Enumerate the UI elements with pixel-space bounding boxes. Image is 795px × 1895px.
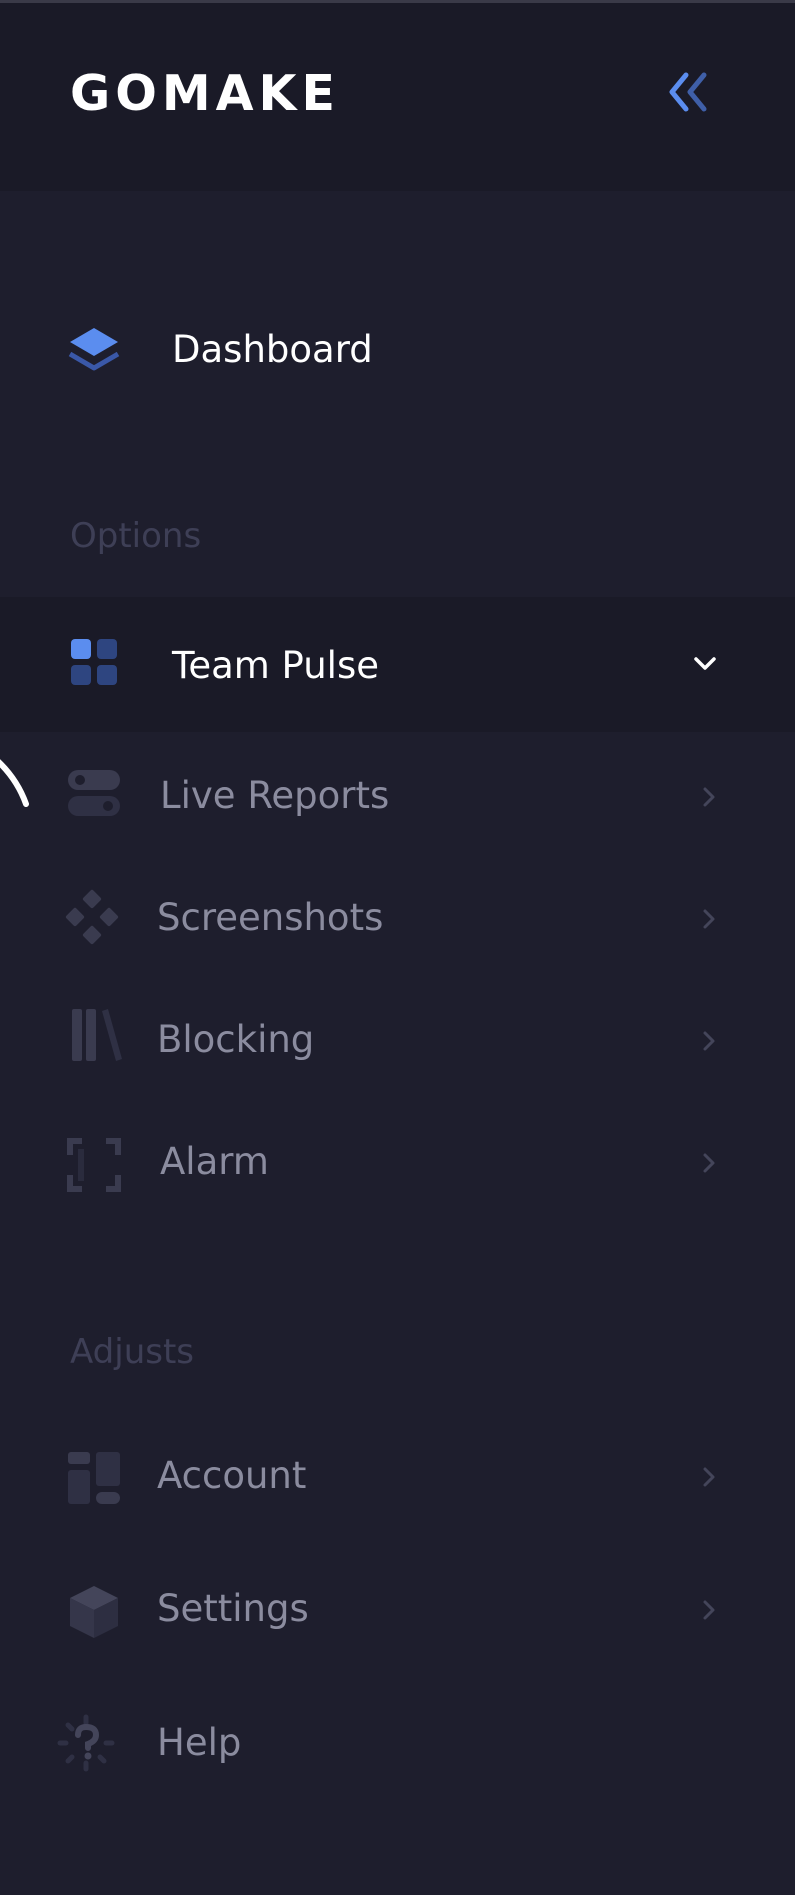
chevron-right-icon[interactable]: [694, 1462, 724, 1492]
sidebar-item-label: Screenshots: [157, 896, 384, 939]
section-title-adjusts: Adjusts: [70, 1332, 194, 1372]
sidebar: GOMAKE Dashboard Options Team Pulse Live…: [0, 0, 795, 1895]
sidebar-item-label: Alarm: [160, 1140, 269, 1183]
chevron-right-icon[interactable]: [694, 1026, 724, 1056]
sidebar-item-live-reports[interactable]: Live Reports: [0, 737, 795, 857]
question-icon: [57, 1714, 115, 1772]
sidebar-item-screenshots[interactable]: Screenshots: [0, 859, 795, 979]
box-icon: [70, 1586, 118, 1638]
sidebar-item-label: Live Reports: [160, 774, 390, 817]
sidebar-item-account[interactable]: Account: [0, 1416, 795, 1536]
layers-icon: [68, 328, 120, 371]
sidebar-item-label: Settings: [157, 1587, 309, 1630]
chevron-right-icon[interactable]: [694, 904, 724, 934]
sidebar-item-team-pulse[interactable]: Team Pulse: [0, 597, 795, 732]
grid-icon: [71, 639, 117, 685]
layout-icon: [68, 1452, 120, 1504]
library-icon: [72, 1009, 122, 1061]
sidebar-item-label: Help: [157, 1721, 242, 1764]
sidebar-item-label: Dashboard: [172, 328, 373, 371]
sidebar-item-label: Blocking: [157, 1018, 315, 1061]
sidebar-item-settings[interactable]: Settings: [0, 1549, 795, 1669]
sidebar-item-alarm[interactable]: Alarm: [0, 1103, 795, 1223]
double-chevron-left-icon[interactable]: [664, 67, 714, 117]
sidebar-item-blocking[interactable]: Blocking: [0, 981, 795, 1101]
toggles-icon: [68, 770, 120, 816]
sidebar-item-label: Account: [157, 1454, 307, 1497]
sidebar-item-dashboard[interactable]: Dashboard: [0, 292, 795, 412]
sidebar-item-label: Team Pulse: [172, 644, 379, 687]
sidebar-header: GOMAKE: [0, 3, 795, 191]
frame-corners-icon: [67, 1138, 121, 1192]
brand-logo[interactable]: GOMAKE: [70, 65, 340, 122]
chevron-right-icon[interactable]: [694, 1595, 724, 1625]
diamonds-icon: [65, 889, 119, 945]
sidebar-item-help[interactable]: Help: [0, 1683, 795, 1803]
chevron-right-icon[interactable]: [694, 782, 724, 812]
chevron-down-icon[interactable]: [690, 649, 720, 679]
section-title-options: Options: [70, 516, 202, 556]
chevron-right-icon[interactable]: [694, 1148, 724, 1178]
